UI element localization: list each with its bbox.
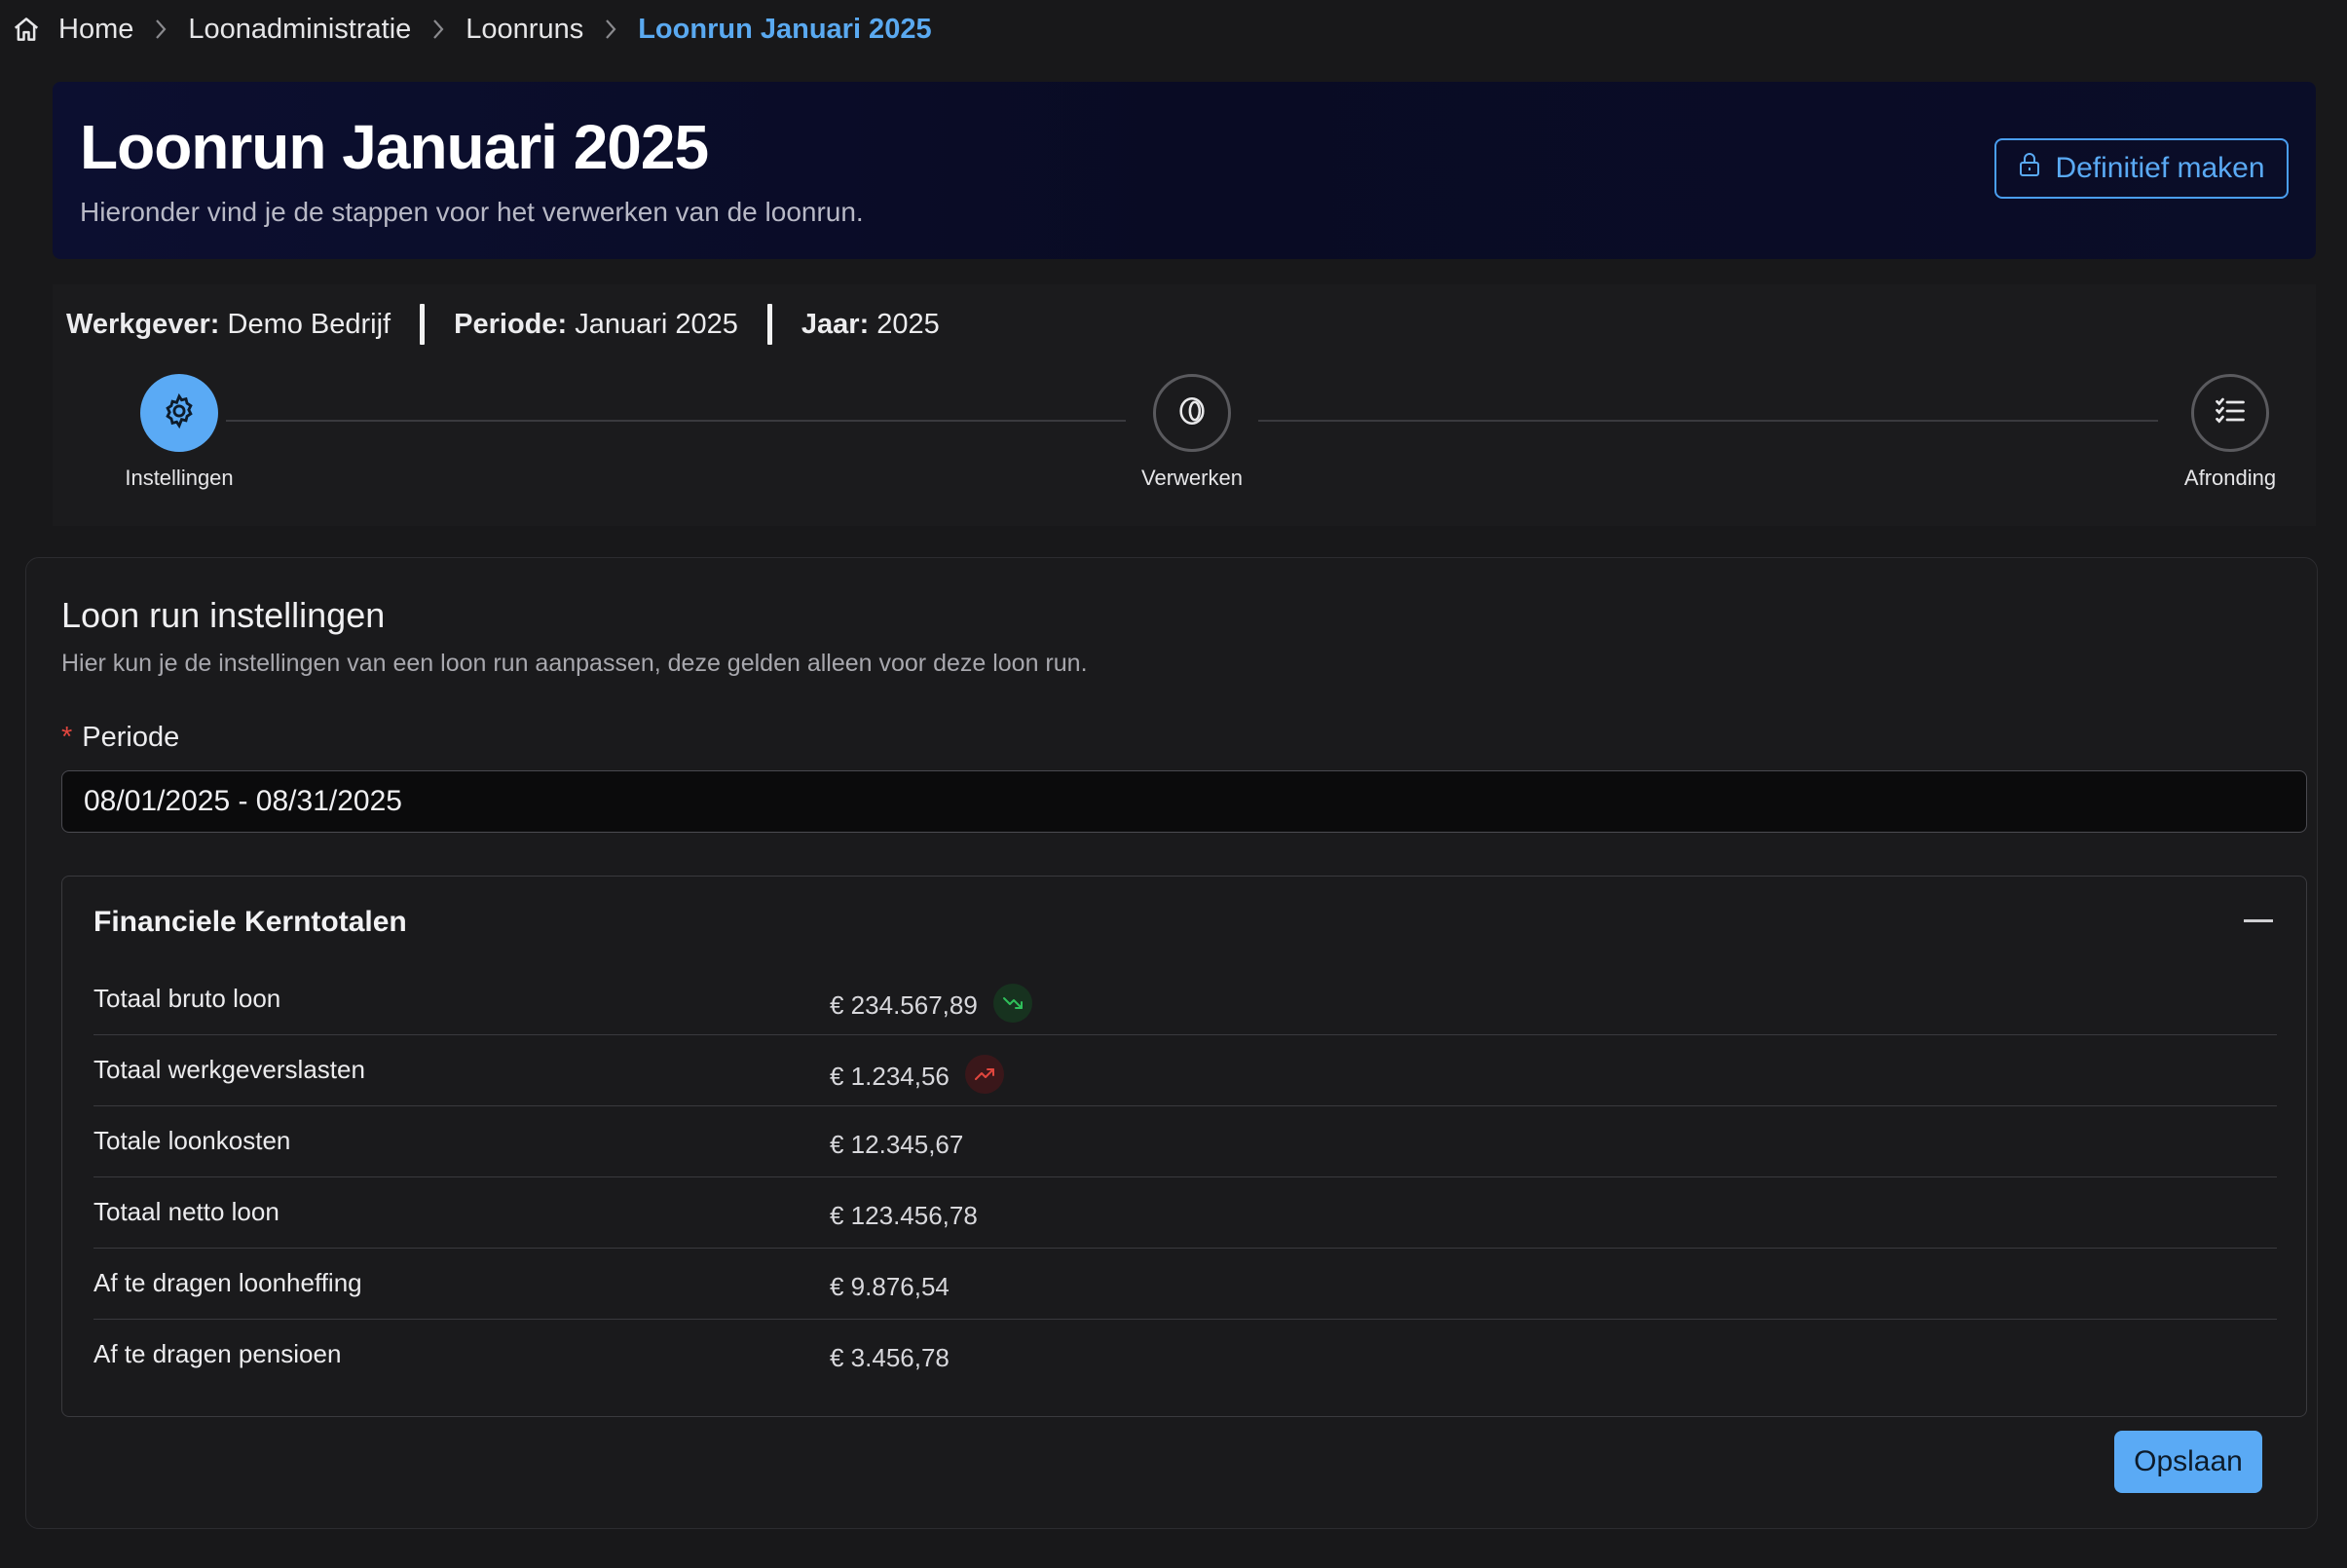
card-description: Hier kun je de instellingen van een loon… [61,650,1088,677]
breadcrumb-loonadministratie[interactable]: Loonadministratie [188,14,411,46]
required-marker: * [61,722,73,753]
loonrun-meta: Werkgever: Demo Bedrijf Periode: Januari… [66,304,940,345]
totals-row-value: € 3.456,78 [830,1343,950,1372]
home-icon [12,15,41,44]
totals-row: Totale loonkosten € 12.345,67 [93,1106,2277,1177]
trend-up-icon [964,1055,1004,1094]
period-value: Januari 2025 [575,308,738,340]
employer-label: Werkgever: [66,308,220,340]
totals-title: Financiele Kerntotalen [93,906,407,938]
period-field-label-text: Periode [82,722,180,753]
loonrun-meta-panel: Werkgever: Demo Bedrijf Periode: Januari… [53,284,2316,526]
page-title: Loonrun Januari 2025 [80,112,709,182]
step-label: Instellingen [125,466,234,490]
chevron-right-icon [583,17,638,42]
totals-row-label: Totaal netto loon [93,1197,279,1226]
checklist-icon [2213,393,2248,433]
totals-row-value: € 123.456,78 [830,1201,978,1230]
totals-row-label: Totale loonkosten [93,1126,291,1155]
step-label: Verwerken [1141,466,1243,490]
step-circle [2191,374,2269,452]
breadcrumb-loonruns[interactable]: Loonruns [466,14,583,46]
totals-row-label: Totaal bruto loon [93,984,281,1013]
totals-row: Totaal netto loon € 123.456,78 [93,1177,2277,1249]
year-value: 2025 [876,308,940,340]
step-verwerken[interactable]: Verwerken [1134,374,1250,491]
breadcrumb-current: Loonrun Januari 2025 [638,13,932,45]
totals-row-value: € 234.567,89 [830,989,978,1020]
step-label: Afronding [2183,466,2277,490]
step-instellingen[interactable]: Instellingen [101,374,257,491]
divider [420,304,426,345]
gear-icon [161,392,198,434]
step-circle [1153,374,1231,452]
card-title: Loon run instellingen [61,595,386,635]
totals-row: Totaal bruto loon € 234.567,89 [93,964,2277,1035]
save-button[interactable]: Opslaan [2114,1431,2262,1493]
totals-row-label: Af te dragen pensioen [93,1339,342,1368]
divider [766,304,772,345]
finalize-button-label: Definitief maken [2055,152,2265,184]
collapse-icon[interactable] [2244,919,2273,922]
breadcrumb-label: Home [58,13,134,45]
page-subtitle: Hieronder vind je de stappen voor het ve… [80,197,864,227]
chevron-right-icon [411,17,466,42]
financial-totals-panel: Financiele Kerntotalen Totaal bruto loon… [61,876,2307,1417]
loonrun-settings-card: Loon run instellingen Hier kun je de ins… [25,557,2318,1529]
totals-row: Af te dragen loonheffing € 9.876,54 [93,1249,2277,1320]
finalize-button[interactable]: Definitief maken [1994,138,2289,199]
coin-icon [1175,394,1209,432]
step-afronding[interactable]: Afronding [2162,374,2298,491]
period-date-range-input[interactable]: 08/01/2025 - 08/31/2025 [61,770,2307,833]
totals-row: Totaal werkgeverslasten € 1.234,56 [93,1035,2277,1106]
trend-down-icon [992,984,1032,1023]
totals-row-value-wrap: € 234.567,89 [830,984,1032,1023]
lock-icon [2018,152,2041,185]
totals-row-value-wrap: € 1.234,56 [830,1055,1004,1094]
totals-row-value: € 1.234,56 [830,1061,950,1091]
totals-row-label: Totaal werkgeverslasten [93,1055,365,1084]
chevron-right-icon [133,17,188,42]
totals-row-label: Af te dragen loonheffing [93,1268,362,1297]
page-header-banner: Loonrun Januari 2025 Hieronder vind je d… [53,82,2316,259]
step-circle [140,374,218,452]
totals-row-value: € 9.876,54 [830,1272,950,1301]
step-connector [1258,420,2158,422]
breadcrumb: Home Loonadministratie Loonruns Loonrun … [12,8,932,51]
totals-row-value: € 12.345,67 [830,1130,964,1159]
totals-list: Totaal bruto loon € 234.567,89 Totaal we… [93,964,2277,1390]
breadcrumb-home[interactable]: Home [12,14,133,46]
period-field-label: * Periode [61,722,179,754]
step-connector [226,420,1126,422]
period-label: Periode: [454,308,568,340]
totals-row: Af te dragen pensioen € 3.456,78 [93,1320,2277,1390]
year-label: Jaar: [801,308,870,340]
employer-value: Demo Bedrijf [227,308,391,340]
